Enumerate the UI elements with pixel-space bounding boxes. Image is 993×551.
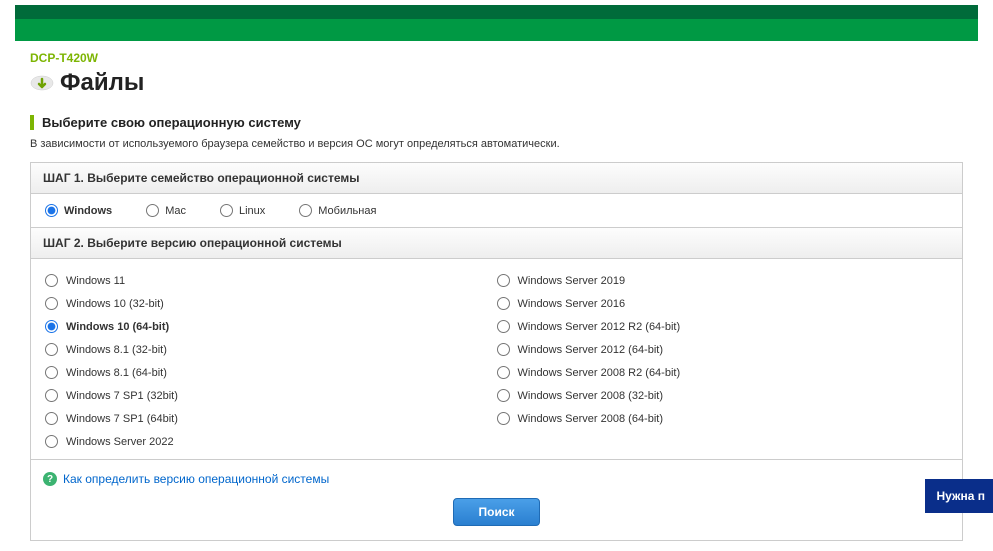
os-version-label: Windows Server 2016	[518, 298, 626, 310]
os-family-mobile[interactable]: Мобильная	[299, 204, 376, 217]
os-family-row: Windows Mac Linux Мобильная	[31, 194, 962, 227]
os-family-radio[interactable]	[146, 204, 159, 217]
help-floater[interactable]: Нужна п	[925, 479, 993, 513]
os-family-mac[interactable]: Mac	[146, 204, 186, 217]
os-version-radio[interactable]	[45, 320, 58, 333]
os-version-item[interactable]: Windows 8.1 (32-bit)	[45, 338, 497, 361]
os-version-item[interactable]: Windows Server 2008 R2 (64-bit)	[497, 361, 949, 384]
os-version-radio[interactable]	[45, 435, 58, 448]
os-version-radio[interactable]	[497, 366, 510, 379]
product-model: DCP-T420W	[30, 51, 963, 65]
os-family-radio[interactable]	[220, 204, 233, 217]
os-version-label: Windows Server 2012 (64-bit)	[518, 344, 664, 356]
os-version-item[interactable]: Windows Server 2012 R2 (64-bit)	[497, 315, 949, 338]
os-version-label: Windows Server 2008 (32-bit)	[518, 390, 664, 402]
os-version-col2: Windows Server 2019 Windows Server 2016 …	[497, 269, 949, 453]
os-family-windows[interactable]: Windows	[45, 204, 112, 217]
os-version-radio[interactable]	[497, 320, 510, 333]
os-version-label: Windows 10 (32-bit)	[66, 298, 164, 310]
os-version-item[interactable]: Windows Server 2008 (32-bit)	[497, 384, 949, 407]
os-family-label: Windows	[64, 205, 112, 217]
os-version-radio[interactable]	[45, 274, 58, 287]
os-version-col1: Windows 11 Windows 10 (32-bit) Windows 1…	[45, 269, 497, 453]
help-row: ? Как определить версию операционной сис…	[31, 459, 962, 498]
os-version-label: Windows 8.1 (64-bit)	[66, 367, 167, 379]
green-banner	[15, 19, 978, 41]
os-version-radio[interactable]	[45, 389, 58, 402]
auto-detect-hint: В зависимости от используемого браузера …	[30, 138, 963, 150]
os-version-item[interactable]: Windows 11	[45, 269, 497, 292]
os-version-item[interactable]: Windows Server 2012 (64-bit)	[497, 338, 949, 361]
os-version-label: Windows 10 (64-bit)	[66, 321, 169, 333]
os-version-label: Windows Server 2012 R2 (64-bit)	[518, 321, 681, 333]
os-version-radio[interactable]	[497, 274, 510, 287]
os-version-item[interactable]: Windows Server 2022	[45, 430, 497, 453]
os-version-item[interactable]: Windows 10 (32-bit)	[45, 292, 497, 315]
os-version-item[interactable]: Windows Server 2016	[497, 292, 949, 315]
os-version-item[interactable]: Windows 10 (64-bit)	[45, 315, 497, 338]
os-version-radio[interactable]	[45, 343, 58, 356]
os-version-label: Windows Server 2019	[518, 275, 626, 287]
os-version-radio[interactable]	[45, 366, 58, 379]
os-version-label: Windows Server 2022	[66, 436, 174, 448]
os-selection-panel: ШАГ 1. Выберите семейство операционной с…	[30, 162, 963, 541]
os-version-radio[interactable]	[497, 389, 510, 402]
search-button[interactable]: Поиск	[453, 498, 539, 526]
os-version-label: Windows 7 SP1 (32bit)	[66, 390, 178, 402]
os-version-label: Windows 8.1 (32-bit)	[66, 344, 167, 356]
download-cloud-icon	[30, 73, 54, 93]
top-dark-bar	[15, 5, 978, 19]
step1-heading: ШАГ 1. Выберите семейство операционной с…	[31, 163, 962, 194]
os-version-item[interactable]: Windows 7 SP1 (32bit)	[45, 384, 497, 407]
os-version-item[interactable]: Windows 8.1 (64-bit)	[45, 361, 497, 384]
help-icon: ?	[43, 472, 57, 486]
os-version-radio[interactable]	[497, 343, 510, 356]
os-family-label: Mac	[165, 205, 186, 217]
os-version-radio[interactable]	[497, 297, 510, 310]
os-family-radio[interactable]	[45, 204, 58, 217]
section-heading: Выберите свою операционную систему	[30, 115, 963, 130]
os-version-label: Windows Server 2008 R2 (64-bit)	[518, 367, 681, 379]
os-version-radio[interactable]	[45, 297, 58, 310]
os-version-radio[interactable]	[45, 412, 58, 425]
os-version-label: Windows 7 SP1 (64bit)	[66, 413, 178, 425]
os-version-item[interactable]: Windows 7 SP1 (64bit)	[45, 407, 497, 430]
os-version-label: Windows 11	[66, 275, 125, 287]
os-version-radio[interactable]	[497, 412, 510, 425]
help-link[interactable]: Как определить версию операционной систе…	[63, 472, 329, 486]
page-title: Файлы	[60, 69, 144, 97]
os-family-radio[interactable]	[299, 204, 312, 217]
os-version-label: Windows Server 2008 (64-bit)	[518, 413, 664, 425]
os-version-item[interactable]: Windows Server 2019	[497, 269, 949, 292]
os-family-label: Мобильная	[318, 205, 376, 217]
os-version-grid: Windows 11 Windows 10 (32-bit) Windows 1…	[31, 259, 962, 459]
os-family-label: Linux	[239, 205, 265, 217]
os-version-item[interactable]: Windows Server 2008 (64-bit)	[497, 407, 949, 430]
step2-heading: ШАГ 2. Выберите версию операционной сист…	[31, 227, 962, 259]
os-family-linux[interactable]: Linux	[220, 204, 265, 217]
